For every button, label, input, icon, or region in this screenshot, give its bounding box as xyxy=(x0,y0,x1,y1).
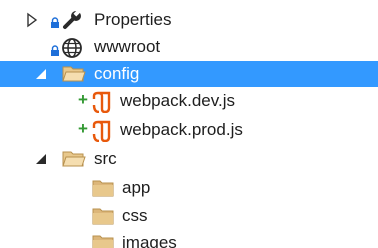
collapse-arrow-icon[interactable] xyxy=(33,151,49,167)
wrench-icon xyxy=(62,9,84,35)
tree-item-label: src xyxy=(94,149,117,168)
tree-item-wwwroot[interactable]: wwwroot xyxy=(0,34,378,60)
tree-item-properties[interactable]: Properties xyxy=(0,7,378,33)
folder-icon xyxy=(92,233,114,248)
lock-icon xyxy=(50,14,60,34)
folder-icon xyxy=(92,178,114,203)
js-file-icon xyxy=(90,91,112,118)
folder-icon xyxy=(92,206,114,231)
tree-item-label: Properties xyxy=(94,10,172,29)
added-status-icon: + xyxy=(78,90,88,109)
tree-item-app[interactable]: app xyxy=(0,175,378,201)
tree-item-src[interactable]: src xyxy=(0,146,378,172)
tree-item-label: css xyxy=(122,206,148,225)
folder-open-icon xyxy=(62,149,86,174)
tree-item-webpack-dev-js[interactable]: + webpack.dev.js xyxy=(0,88,378,114)
globe-icon xyxy=(61,37,83,64)
tree-item-label: wwwroot xyxy=(94,37,161,56)
tree-item-webpack-prod-js[interactable]: + webpack.prod.js xyxy=(0,117,378,143)
lock-icon xyxy=(50,42,60,62)
tree-item-images[interactable]: images xyxy=(0,230,378,248)
tree-item-label: webpack.dev.js xyxy=(120,91,235,110)
tree-item-label: app xyxy=(122,178,151,197)
tree-item-config[interactable]: config xyxy=(0,61,378,87)
collapse-arrow-icon[interactable] xyxy=(33,66,49,82)
tree-item-label: config xyxy=(94,64,140,83)
tree-item-label: images xyxy=(122,233,177,248)
added-status-icon: + xyxy=(78,119,88,138)
js-file-icon xyxy=(90,120,112,147)
tree-item-label: webpack.prod.js xyxy=(120,120,243,139)
folder-open-icon xyxy=(62,64,86,89)
tree-item-css[interactable]: css xyxy=(0,203,378,229)
expand-arrow-icon[interactable] xyxy=(24,12,40,28)
